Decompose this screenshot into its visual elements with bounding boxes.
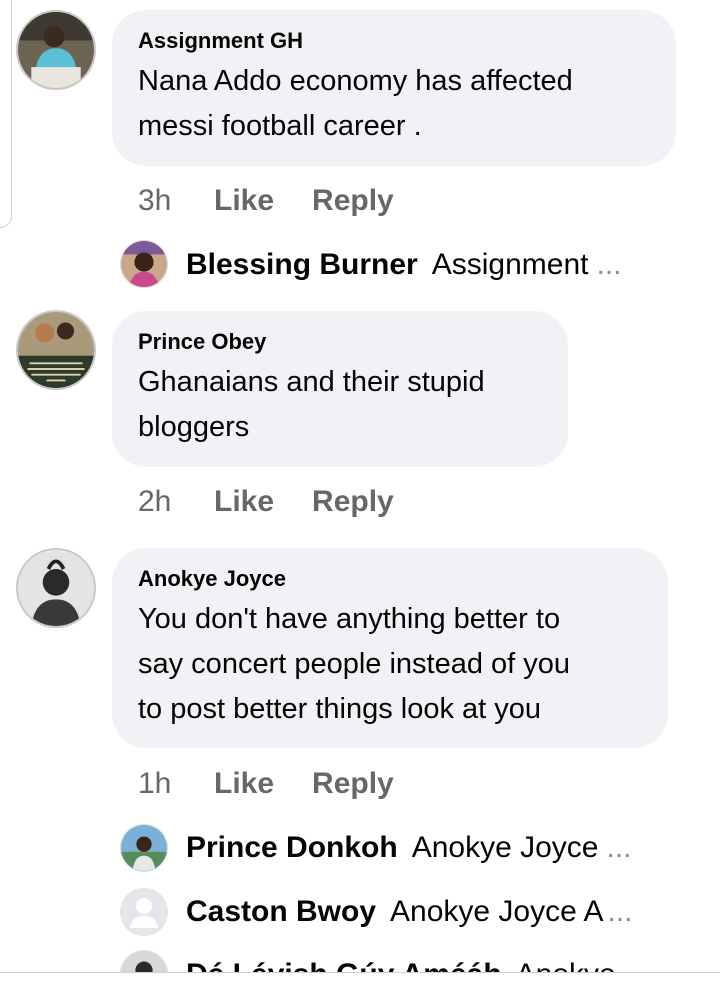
reply-button[interactable]: Reply bbox=[312, 767, 394, 801]
comment-actions: 3h Like Reply bbox=[138, 181, 432, 221]
comment-text-line: Ghanaians and their stupid bbox=[138, 366, 485, 398]
comment-text: You don't have anything better to say co… bbox=[138, 597, 642, 732]
avatar[interactable] bbox=[16, 310, 96, 390]
reply-preview-text: Anokye Joyce bbox=[411, 831, 599, 864]
like-button[interactable]: Like bbox=[214, 485, 274, 519]
avatar[interactable] bbox=[120, 888, 168, 936]
comment-text-line: messi football career . bbox=[138, 110, 422, 142]
comment-actions: 2h Like Reply bbox=[138, 482, 432, 522]
reply-preview[interactable]: Prince Donkoh Anokye Joyce ... bbox=[186, 823, 666, 873]
comments-page: Assignment GH Nana Addo economy has affe… bbox=[0, 0, 720, 999]
profile-photo-quote-icon bbox=[18, 312, 94, 388]
profile-photo-woman-icon bbox=[18, 550, 94, 626]
default-avatar-icon bbox=[120, 888, 168, 936]
reply-button[interactable]: Reply bbox=[312, 184, 394, 218]
comment-text-line: say concert people instead of you bbox=[138, 648, 571, 680]
comment-text-line: to post better things look at you bbox=[138, 693, 542, 725]
reply-ellipsis: ... bbox=[596, 248, 622, 281]
comment-bubble: Anokye Joyce You don't have anything bet… bbox=[112, 548, 668, 748]
bottom-bar bbox=[0, 973, 720, 999]
profile-photo-man-icon bbox=[121, 825, 167, 871]
comment-text: Nana Addo economy has affected messi foo… bbox=[138, 59, 650, 149]
reply-author[interactable]: Prince Donkoh bbox=[186, 831, 398, 865]
like-button[interactable]: Like bbox=[214, 767, 274, 801]
comment-timestamp[interactable]: 1h bbox=[138, 767, 214, 801]
profile-photo-man-icon bbox=[18, 12, 94, 88]
comment-bubble: Prince Obey Ghanaians and their stupid b… bbox=[112, 311, 568, 467]
comment-text-line: You don't have anything better to bbox=[138, 603, 561, 635]
comment-bubble: Assignment GH Nana Addo economy has affe… bbox=[112, 10, 676, 166]
comment-timestamp[interactable]: 2h bbox=[138, 485, 214, 519]
comment-text-line: Nana Addo economy has affected bbox=[138, 65, 573, 97]
avatar[interactable] bbox=[16, 548, 96, 628]
reply-author[interactable]: Blessing Burner bbox=[186, 248, 418, 282]
comment-text: Ghanaians and their stupid bloggers bbox=[138, 360, 542, 450]
reply-button[interactable]: Reply bbox=[312, 485, 394, 519]
avatar[interactable] bbox=[120, 824, 168, 872]
reply-ellipsis: ... bbox=[607, 895, 633, 928]
thread-connector-line bbox=[0, 0, 12, 228]
reply-preview[interactable]: Caston Bwoy Anokye Joyce A ... bbox=[186, 887, 666, 937]
reply-author[interactable]: Caston Bwoy bbox=[186, 895, 376, 929]
reply-preview-text: Anokye Joyce A bbox=[390, 895, 604, 928]
comment-author[interactable]: Prince Obey bbox=[138, 328, 542, 356]
avatar[interactable] bbox=[16, 10, 96, 90]
comment-actions: 1h Like Reply bbox=[138, 764, 432, 804]
comment-timestamp[interactable]: 3h bbox=[138, 184, 214, 218]
comment-author[interactable]: Assignment GH bbox=[138, 27, 650, 55]
profile-photo-woman-icon bbox=[121, 241, 167, 287]
avatar[interactable] bbox=[120, 240, 168, 288]
comment-author[interactable]: Anokye Joyce bbox=[138, 565, 642, 593]
reply-preview-text: Assignment bbox=[431, 248, 589, 281]
reply-preview[interactable]: Blessing Burner Assignment ... bbox=[186, 240, 666, 290]
reply-ellipsis: ... bbox=[606, 831, 632, 864]
comment-text-line: bloggers bbox=[138, 411, 250, 443]
like-button[interactable]: Like bbox=[214, 184, 274, 218]
